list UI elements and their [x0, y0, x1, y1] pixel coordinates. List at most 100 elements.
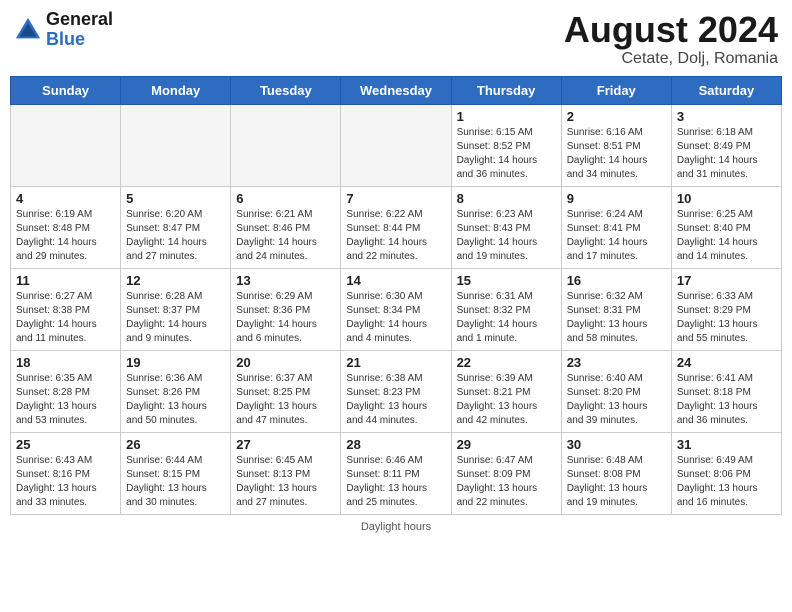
calendar-cell: 26 Sunrise: 6:44 AM Sunset: 8:15 PM Dayli…	[121, 432, 231, 514]
day-number: 27	[236, 437, 335, 452]
calendar-cell: 27Sunrise: 6:45 AM Sunset: 8:13 PM Dayli…	[231, 432, 341, 514]
calendar-week-3: 11Sunrise: 6:27 AM Sunset: 8:38 PM Dayli…	[11, 268, 782, 350]
day-number: 18	[16, 355, 115, 370]
day-info: Sunrise: 6:21 AM Sunset: 8:46 PM Dayligh…	[236, 208, 335, 264]
calendar-cell	[121, 104, 231, 186]
calendar-cell: 20Sunrise: 6:37 AM Sunset: 8:25 PM Dayli…	[231, 350, 341, 432]
day-number: 22	[457, 355, 556, 370]
title-block: August 2024 Cetate, Dolj, Romania	[564, 10, 778, 68]
footer-note: Daylight hours	[10, 521, 782, 533]
day-number: 25	[16, 437, 115, 452]
calendar-cell: 10Sunrise: 6:25 AM Sunset: 8:40 PM Dayli…	[671, 186, 781, 268]
day-number: 9	[567, 191, 666, 206]
day-info: Sunrise: 6:27 AM Sunset: 8:38 PM Dayligh…	[16, 290, 115, 346]
calendar-cell: 15 Sunrise: 6:31 AM Sunset: 8:32 PM Dayli…	[451, 268, 561, 350]
day-number: 5	[126, 191, 225, 206]
day-info: Sunrise: 6:28 AM Sunset: 8:37 PM Dayligh…	[126, 290, 225, 346]
calendar-cell: 2Sunrise: 6:16 AM Sunset: 8:51 PM Daylig…	[561, 104, 671, 186]
day-number: 7	[346, 191, 445, 206]
calendar-cell: 13 Sunrise: 6:29 AM Sunset: 8:36 PM Dayli…	[231, 268, 341, 350]
day-number: 13	[236, 273, 335, 288]
calendar-week-4: 18 Sunrise: 6:35 AM Sunset: 8:28 PM Dayli…	[11, 350, 782, 432]
calendar-cell: 18 Sunrise: 6:35 AM Sunset: 8:28 PM Dayli…	[11, 350, 121, 432]
calendar-header-row: SundayMondayTuesdayWednesdayThursdayFrid…	[11, 76, 782, 104]
calendar-cell: 14 Sunrise: 6:30 AM Sunset: 8:34 PM Dayli…	[341, 268, 451, 350]
calendar-cell: 31 Sunrise: 6:49 AM Sunset: 8:06 PM Dayli…	[671, 432, 781, 514]
calendar-cell: 6 Sunrise: 6:21 AM Sunset: 8:46 PM Daylig…	[231, 186, 341, 268]
day-info: Sunrise: 6:44 AM Sunset: 8:15 PM Dayligh…	[126, 454, 225, 510]
day-info: Sunrise: 6:31 AM Sunset: 8:32 PM Dayligh…	[457, 290, 556, 346]
day-number: 26	[126, 437, 225, 452]
calendar-cell: 19Sunrise: 6:36 AM Sunset: 8:26 PM Dayli…	[121, 350, 231, 432]
day-header-wednesday: Wednesday	[341, 76, 451, 104]
location: Cetate, Dolj, Romania	[564, 50, 778, 68]
day-info: Sunrise: 6:29 AM Sunset: 8:36 PM Dayligh…	[236, 290, 335, 346]
calendar-table: SundayMondayTuesdayWednesdayThursdayFrid…	[10, 76, 782, 515]
day-info: Sunrise: 6:30 AM Sunset: 8:34 PM Dayligh…	[346, 290, 445, 346]
day-number: 21	[346, 355, 445, 370]
day-info: Sunrise: 6:47 AM Sunset: 8:09 PM Dayligh…	[457, 454, 556, 510]
day-number: 17	[677, 273, 776, 288]
calendar-cell: 11Sunrise: 6:27 AM Sunset: 8:38 PM Dayli…	[11, 268, 121, 350]
day-info: Sunrise: 6:43 AM Sunset: 8:16 PM Dayligh…	[16, 454, 115, 510]
day-info: Sunrise: 6:15 AM Sunset: 8:52 PM Dayligh…	[457, 126, 556, 182]
day-info: Sunrise: 6:49 AM Sunset: 8:06 PM Dayligh…	[677, 454, 776, 510]
day-header-monday: Monday	[121, 76, 231, 104]
calendar-cell	[231, 104, 341, 186]
calendar-cell: 29 Sunrise: 6:47 AM Sunset: 8:09 PM Dayli…	[451, 432, 561, 514]
logo: General Blue	[14, 10, 113, 50]
day-info: Sunrise: 6:33 AM Sunset: 8:29 PM Dayligh…	[677, 290, 776, 346]
calendar-cell	[11, 104, 121, 186]
day-number: 16	[567, 273, 666, 288]
day-info: Sunrise: 6:22 AM Sunset: 8:44 PM Dayligh…	[346, 208, 445, 264]
day-info: Sunrise: 6:46 AM Sunset: 8:11 PM Dayligh…	[346, 454, 445, 510]
day-number: 15	[457, 273, 556, 288]
day-info: Sunrise: 6:48 AM Sunset: 8:08 PM Dayligh…	[567, 454, 666, 510]
calendar-cell: 17 Sunrise: 6:33 AM Sunset: 8:29 PM Dayli…	[671, 268, 781, 350]
calendar-cell: 9 Sunrise: 6:24 AM Sunset: 8:41 PM Daylig…	[561, 186, 671, 268]
day-number: 24	[677, 355, 776, 370]
day-info: Sunrise: 6:16 AM Sunset: 8:51 PM Dayligh…	[567, 126, 666, 182]
calendar-cell: 28Sunrise: 6:46 AM Sunset: 8:11 PM Dayli…	[341, 432, 451, 514]
day-info: Sunrise: 6:35 AM Sunset: 8:28 PM Dayligh…	[16, 372, 115, 428]
calendar-cell: 21Sunrise: 6:38 AM Sunset: 8:23 PM Dayli…	[341, 350, 451, 432]
logo-text: General Blue	[46, 10, 113, 50]
calendar-cell: 25 Sunrise: 6:43 AM Sunset: 8:16 PM Dayli…	[11, 432, 121, 514]
day-info: Sunrise: 6:24 AM Sunset: 8:41 PM Dayligh…	[567, 208, 666, 264]
day-number: 8	[457, 191, 556, 206]
calendar-cell: 22 Sunrise: 6:39 AM Sunset: 8:21 PM Dayli…	[451, 350, 561, 432]
day-number: 4	[16, 191, 115, 206]
calendar-cell: 4 Sunrise: 6:19 AM Sunset: 8:48 PM Daylig…	[11, 186, 121, 268]
day-header-tuesday: Tuesday	[231, 76, 341, 104]
day-number: 29	[457, 437, 556, 452]
day-info: Sunrise: 6:18 AM Sunset: 8:49 PM Dayligh…	[677, 126, 776, 182]
day-header-friday: Friday	[561, 76, 671, 104]
calendar-cell	[341, 104, 451, 186]
day-info: Sunrise: 6:19 AM Sunset: 8:48 PM Dayligh…	[16, 208, 115, 264]
day-number: 14	[346, 273, 445, 288]
day-info: Sunrise: 6:37 AM Sunset: 8:25 PM Dayligh…	[236, 372, 335, 428]
day-info: Sunrise: 6:40 AM Sunset: 8:20 PM Dayligh…	[567, 372, 666, 428]
calendar-cell: 5 Sunrise: 6:20 AM Sunset: 8:47 PM Daylig…	[121, 186, 231, 268]
day-info: Sunrise: 6:41 AM Sunset: 8:18 PM Dayligh…	[677, 372, 776, 428]
day-number: 31	[677, 437, 776, 452]
calendar-cell: 1Sunrise: 6:15 AM Sunset: 8:52 PM Daylig…	[451, 104, 561, 186]
day-info: Sunrise: 6:20 AM Sunset: 8:47 PM Dayligh…	[126, 208, 225, 264]
day-header-saturday: Saturday	[671, 76, 781, 104]
day-info: Sunrise: 6:39 AM Sunset: 8:21 PM Dayligh…	[457, 372, 556, 428]
day-header-sunday: Sunday	[11, 76, 121, 104]
day-number: 10	[677, 191, 776, 206]
calendar-week-5: 25 Sunrise: 6:43 AM Sunset: 8:16 PM Dayli…	[11, 432, 782, 514]
day-number: 6	[236, 191, 335, 206]
day-number: 3	[677, 109, 776, 124]
calendar-cell: 30 Sunrise: 6:48 AM Sunset: 8:08 PM Dayli…	[561, 432, 671, 514]
day-number: 30	[567, 437, 666, 452]
calendar-cell: 23Sunrise: 6:40 AM Sunset: 8:20 PM Dayli…	[561, 350, 671, 432]
calendar-week-2: 4 Sunrise: 6:19 AM Sunset: 8:48 PM Daylig…	[11, 186, 782, 268]
day-info: Sunrise: 6:23 AM Sunset: 8:43 PM Dayligh…	[457, 208, 556, 264]
day-number: 19	[126, 355, 225, 370]
day-number: 12	[126, 273, 225, 288]
calendar-cell: 12 Sunrise: 6:28 AM Sunset: 8:37 PM Dayli…	[121, 268, 231, 350]
calendar-week-1: 1Sunrise: 6:15 AM Sunset: 8:52 PM Daylig…	[11, 104, 782, 186]
day-info: Sunrise: 6:32 AM Sunset: 8:31 PM Dayligh…	[567, 290, 666, 346]
